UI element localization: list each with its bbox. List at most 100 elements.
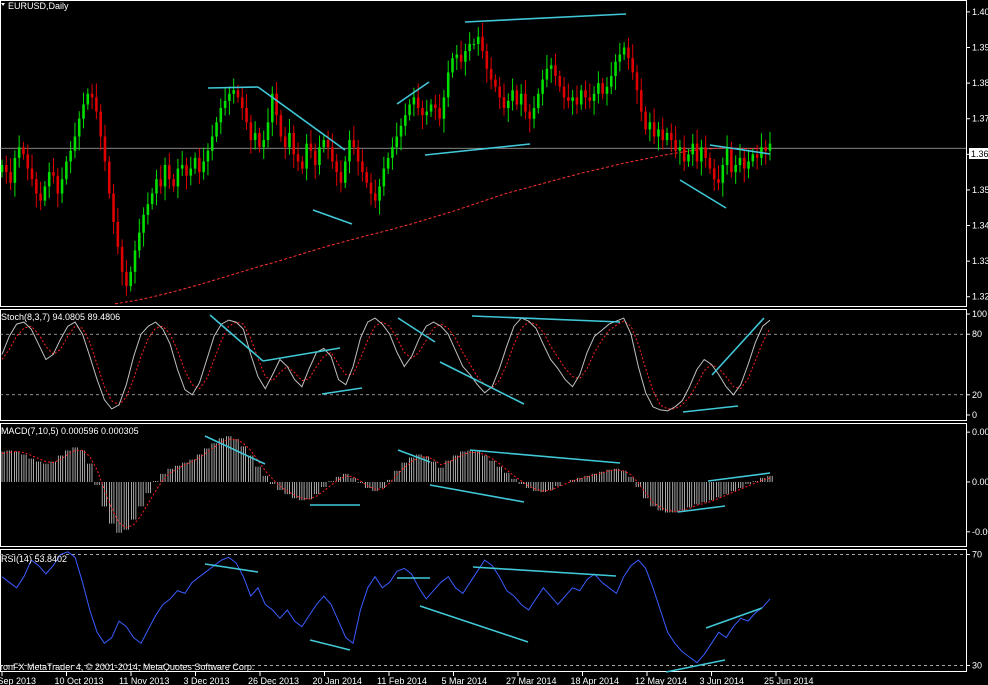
candle — [271, 86, 274, 137]
trendline — [429, 484, 525, 503]
candle-body — [386, 157, 390, 169]
stochastic-label: Stoch(8,3,7) 94.0805 89.4806 — [1, 312, 120, 322]
candle-body — [747, 161, 750, 169]
candle — [322, 134, 326, 153]
moving-average-line — [114, 147, 771, 305]
candle — [120, 239, 124, 286]
candle-body — [95, 97, 98, 112]
candle — [747, 149, 750, 179]
rsi-line — [1, 551, 771, 664]
candle — [648, 112, 652, 142]
candle-body — [511, 90, 514, 101]
candle-body — [558, 75, 562, 87]
candle — [575, 85, 579, 115]
candle — [395, 122, 399, 155]
candle — [146, 192, 150, 225]
candle-body — [228, 93, 231, 101]
candle-body — [193, 157, 197, 169]
candle-body — [434, 104, 437, 109]
candle-body — [648, 122, 652, 130]
candle — [292, 125, 296, 169]
stochastic-levels — [0, 333, 966, 396]
candle-body — [313, 150, 317, 166]
candle-body — [640, 90, 643, 112]
candle-body — [545, 68, 549, 80]
candle-body — [464, 51, 467, 62]
candle-body — [554, 65, 557, 76]
time-tick-label: 11 Feb 2014 — [377, 676, 427, 685]
candle-body — [163, 165, 167, 187]
candle-body — [751, 154, 755, 162]
candle-body — [9, 172, 12, 183]
candle — [361, 149, 364, 182]
time-tick-label: 20 Jan 2014 — [313, 676, 363, 685]
candle-body — [189, 168, 193, 176]
candle-body — [77, 118, 81, 137]
candle-body — [343, 161, 347, 183]
price-axis-tick-label: 1.33 — [972, 256, 988, 266]
candle-body — [73, 136, 77, 151]
candle — [172, 173, 175, 192]
candle-body — [198, 157, 201, 173]
time-axis: 5 Sep 2013 10 Oct 2013 11 Nov 2013 3 Dec 20… — [0, 672, 814, 685]
trendline — [472, 566, 617, 577]
candle — [253, 121, 257, 150]
stochastic-main-line — [1, 317, 771, 412]
stochastic-trendlines — [209, 314, 765, 413]
candle — [86, 88, 90, 110]
candle-body — [687, 154, 690, 162]
stoch-panel-frame — [0, 309, 967, 421]
candle — [464, 43, 467, 76]
candle — [511, 78, 514, 111]
candle-body — [5, 165, 8, 173]
candle — [489, 57, 493, 90]
candle-body — [597, 83, 600, 94]
candle-body — [339, 172, 343, 183]
candle-body — [425, 111, 429, 116]
time-tick-label: 11 Nov 2013 — [119, 676, 169, 685]
candle-body — [700, 147, 703, 162]
candle-body — [708, 157, 712, 169]
candle — [168, 153, 171, 189]
candle — [26, 144, 30, 181]
candle-body — [614, 61, 617, 76]
candle-body — [129, 271, 132, 287]
candle — [228, 86, 231, 115]
candle-body — [82, 104, 85, 119]
candle — [180, 151, 184, 177]
time-tick-label: 26 Dec 2013 — [248, 676, 299, 685]
candle — [240, 87, 244, 120]
candle-body — [652, 122, 656, 137]
macd-label: MACD(7,10,5) 0.000596 0.000305 — [1, 426, 139, 436]
rsi-axis: 70 30 — [966, 550, 982, 670]
candle-body — [601, 83, 604, 94]
rsi-axis-tick-label: 30 — [972, 660, 982, 670]
candle-body — [150, 193, 154, 205]
candle — [309, 129, 313, 159]
candle — [258, 127, 261, 153]
candle-body — [494, 79, 497, 87]
candle — [60, 167, 64, 204]
candle-body — [768, 143, 772, 151]
candle-body — [541, 79, 544, 94]
candle — [537, 88, 540, 114]
price-axis-tick-label: 1.39 — [972, 43, 988, 53]
candle — [554, 53, 557, 86]
candle — [708, 152, 712, 174]
candle-body — [661, 129, 665, 141]
candle-body — [245, 108, 248, 123]
candle-body — [232, 90, 235, 94]
candle — [155, 169, 158, 206]
candle-body — [567, 97, 570, 101]
candle — [524, 79, 527, 120]
candle — [90, 84, 94, 110]
candle — [528, 104, 532, 133]
candle — [95, 83, 98, 120]
candle — [597, 71, 600, 104]
candle — [399, 118, 403, 151]
rsi-levels — [0, 554, 966, 666]
time-tick-label: 3 Dec 2013 — [184, 676, 230, 685]
candle-body — [382, 168, 386, 187]
candle-body — [404, 115, 407, 126]
rsi-label: RSI(14) 53.8402 — [1, 554, 67, 564]
